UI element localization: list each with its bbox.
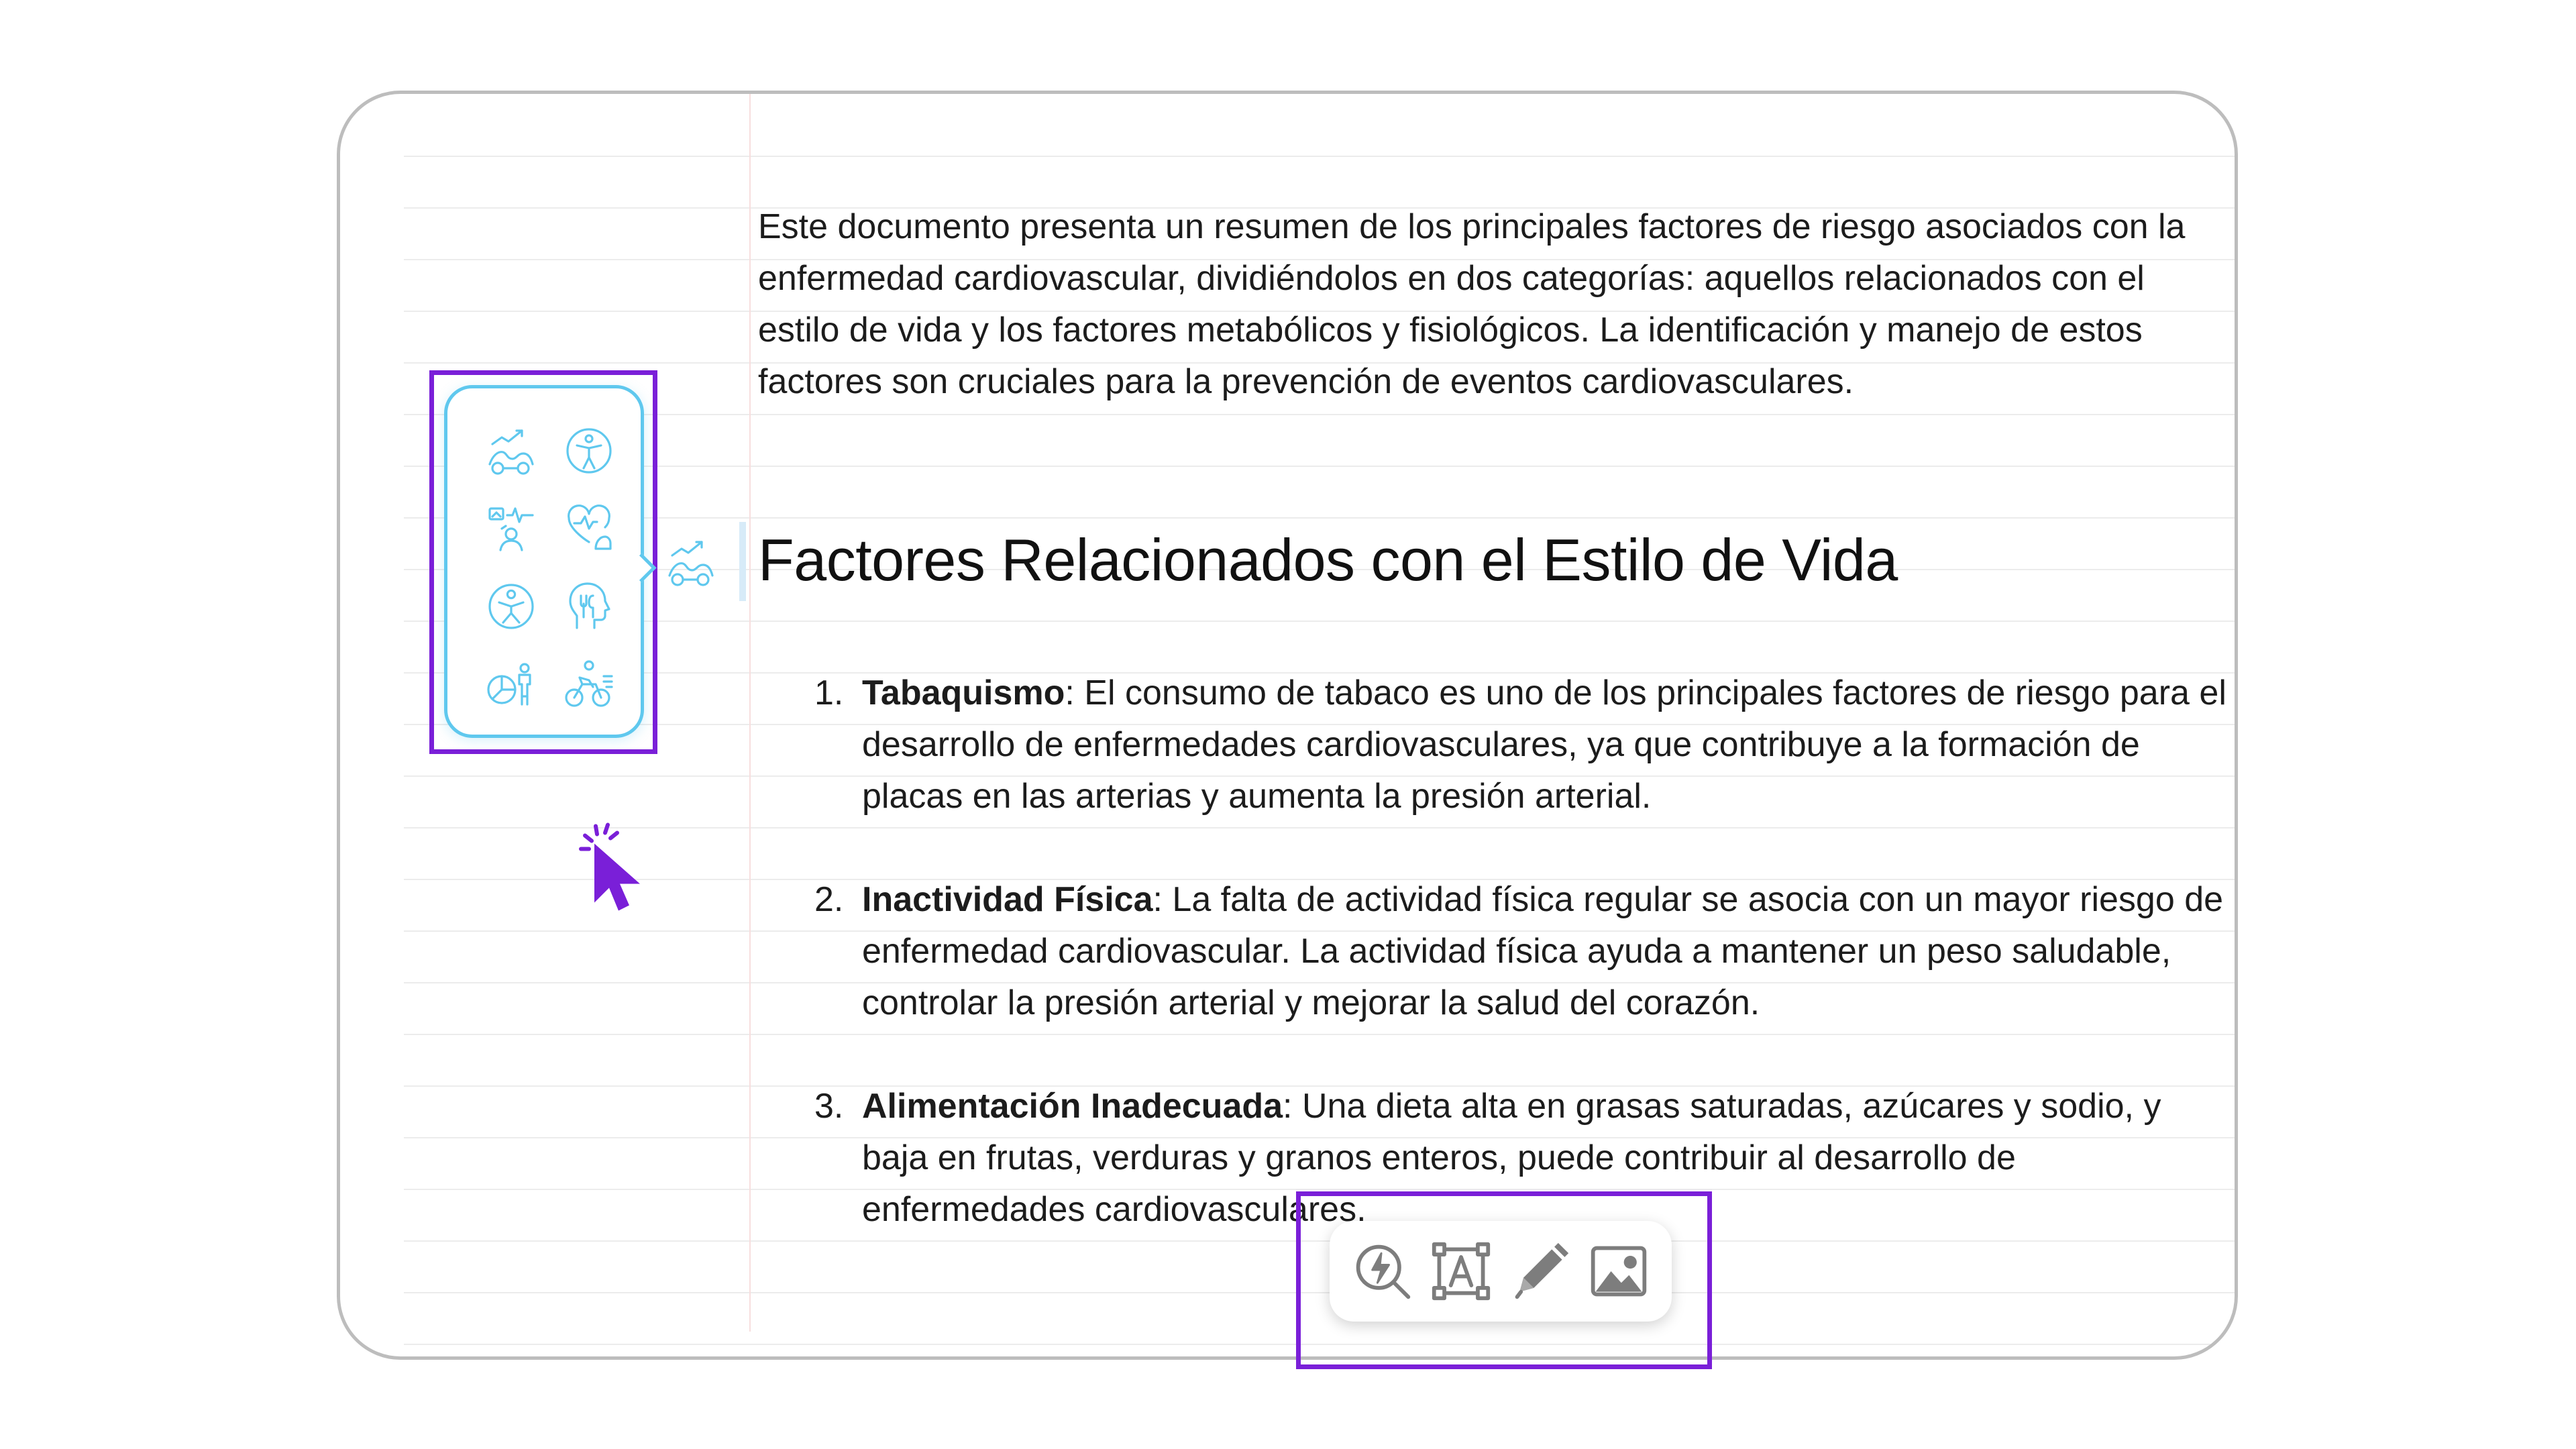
icon-picker-panel (444, 385, 644, 738)
pencil-icon[interactable] (1507, 1238, 1574, 1305)
heart-strength-icon[interactable] (559, 498, 619, 559)
list-term: Inactividad Física (862, 880, 1153, 919)
image-icon[interactable] (1585, 1238, 1652, 1305)
list-item: 1. Tabaquismo: El consumo de tabaco es un… (758, 667, 2234, 822)
person-circle-icon[interactable] (481, 576, 541, 637)
text-box-icon[interactable] (1428, 1238, 1495, 1305)
quick-search-icon[interactable] (1349, 1238, 1416, 1305)
risk-factor-list: 1. Tabaquismo: El consumo de tabaco es un… (758, 667, 2234, 1236)
list-item: 2. Inactividad Física: La falta de activi… (758, 874, 2234, 1029)
floating-toolbar (1330, 1221, 1672, 1322)
list-number: 2. (814, 880, 844, 919)
head-nutrition-icon[interactable] (559, 576, 619, 637)
chart-person-icon[interactable] (481, 654, 541, 714)
ruled-line (404, 156, 2235, 157)
heading-indicator-bar (739, 522, 746, 601)
section-heading: Factores Relacionados con el Estilo de V… (758, 527, 1898, 593)
ruled-line (404, 517, 2235, 519)
cyclist-icon[interactable] (559, 654, 619, 714)
list-number: 1. (814, 674, 844, 712)
weight-trend-icon[interactable] (481, 421, 541, 481)
click-cursor-icon (577, 822, 657, 919)
list-term: Tabaquismo (862, 674, 1065, 712)
margin-line (749, 94, 751, 1332)
icon-grid (481, 421, 619, 714)
ruled-line (404, 621, 2235, 622)
list-text: : El consumo de tabaco es uno de los pri… (862, 674, 2226, 816)
list-term: Alimentación Inadecuada (862, 1087, 1283, 1126)
health-monitor-person-icon[interactable] (481, 498, 541, 559)
ruled-line (404, 466, 2235, 467)
intro-paragraph: Este documento presenta un resumen de lo… (758, 207, 2186, 401)
accessibility-person-icon[interactable] (559, 421, 619, 481)
list-number: 3. (814, 1087, 844, 1126)
ruled-line (404, 414, 2235, 415)
weight-trend-icon[interactable] (664, 535, 724, 596)
